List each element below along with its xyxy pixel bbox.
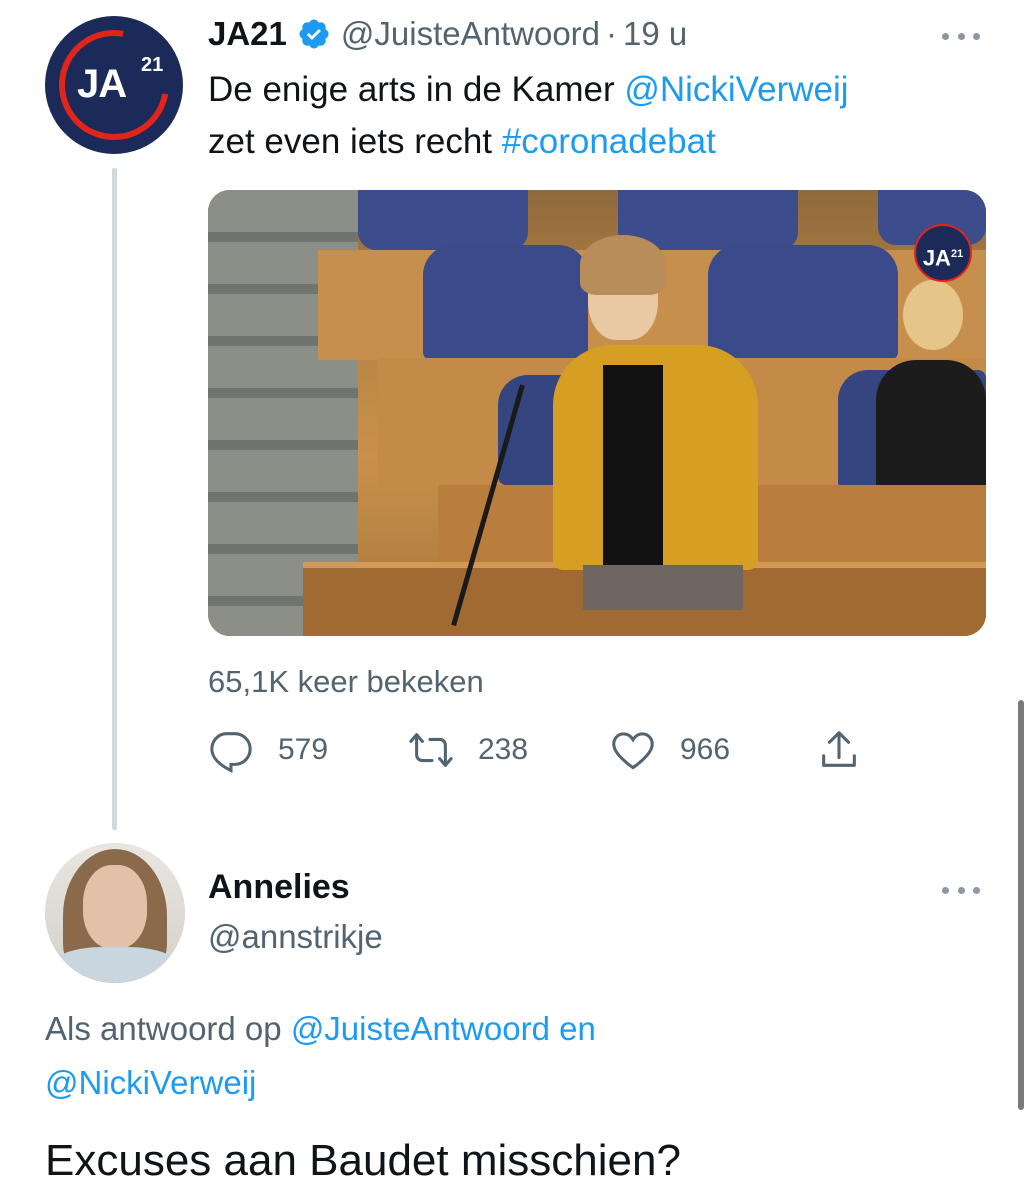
tweet-header: JA21 @JuisteAntwoord · 19 u <box>208 12 687 56</box>
tweet-timestamp[interactable]: 19 u <box>623 15 687 53</box>
author-handle[interactable]: @JuisteAntwoord <box>341 15 600 53</box>
ja21-avatar[interactable]: JA 21 <box>45 16 183 154</box>
avatar-photo-face <box>83 865 147 949</box>
scrollbar[interactable] <box>1018 700 1024 1110</box>
mention-link[interactable]: @NickiVerweij <box>624 70 848 109</box>
like-count: 966 <box>680 733 731 766</box>
share-button[interactable] <box>816 720 862 780</box>
reply-author-handle[interactable]: @annstrikje <box>208 918 383 956</box>
watermark-text: JA <box>922 245 951 271</box>
avatar-logo-text: JA <box>77 62 127 106</box>
media-seat <box>358 190 528 250</box>
media-speaker-hair <box>580 235 666 295</box>
tweet-text-part2: zet even iets recht <box>208 122 502 161</box>
share-icon <box>822 731 856 767</box>
reply-more-options-icon[interactable] <box>942 880 980 900</box>
replying-to-joiner: en <box>549 1010 596 1047</box>
tweet-more-options-icon[interactable] <box>942 26 980 46</box>
media-speaker-shirt <box>603 365 663 565</box>
replying-to-line: Als antwoord op @JuisteAntwoord en @Nick… <box>45 1002 825 1110</box>
reply-icon <box>210 732 252 773</box>
tweet-text-part1: De enige arts in de Kamer <box>208 70 625 109</box>
media-seat <box>423 245 588 360</box>
reply-author-name[interactable]: Annelies <box>208 868 350 907</box>
replying-to-mention-1[interactable]: @JuisteAntwoord <box>291 1010 550 1047</box>
retweet-count: 238 <box>478 733 529 766</box>
reply-text: Excuses aan Baudet misschien? <box>45 1136 681 1185</box>
replying-to-mention-2[interactable]: @NickiVerweij <box>45 1064 256 1101</box>
verified-badge-icon <box>299 19 329 49</box>
replying-to-prefix: Als antwoord op <box>45 1010 291 1047</box>
author-display-name[interactable]: JA21 <box>208 15 287 53</box>
tweet-text: De enige arts in de Kamer @NickiVerweij … <box>208 64 988 168</box>
video-watermark-logo: JA21 <box>914 224 972 282</box>
reply-button[interactable]: 579 <box>208 720 328 780</box>
heart-icon <box>612 732 654 770</box>
retweet-button[interactable]: 238 <box>408 720 528 780</box>
tweet-video-media[interactable]: JA21 <box>208 190 986 636</box>
retweet-icon <box>409 733 453 767</box>
header-separator: · <box>606 15 618 52</box>
media-person-head <box>903 280 963 350</box>
media-speaker-skirt <box>583 565 743 610</box>
hashtag-link[interactable]: #coronadebat <box>502 122 716 161</box>
view-count: 65,1K keer bekeken <box>208 664 484 699</box>
media-person-body <box>876 360 986 490</box>
like-button[interactable]: 966 <box>610 720 730 780</box>
reply-count: 579 <box>278 733 329 766</box>
avatar-logo-number: 21 <box>141 54 164 76</box>
watermark-number: 21 <box>950 248 964 260</box>
reply-author-avatar[interactable] <box>45 843 185 983</box>
avatar-photo-shirt <box>55 947 175 983</box>
tweet-action-bar: 579 238 966 <box>208 720 868 780</box>
thread-connector-line <box>112 168 117 830</box>
media-seat <box>708 245 898 360</box>
